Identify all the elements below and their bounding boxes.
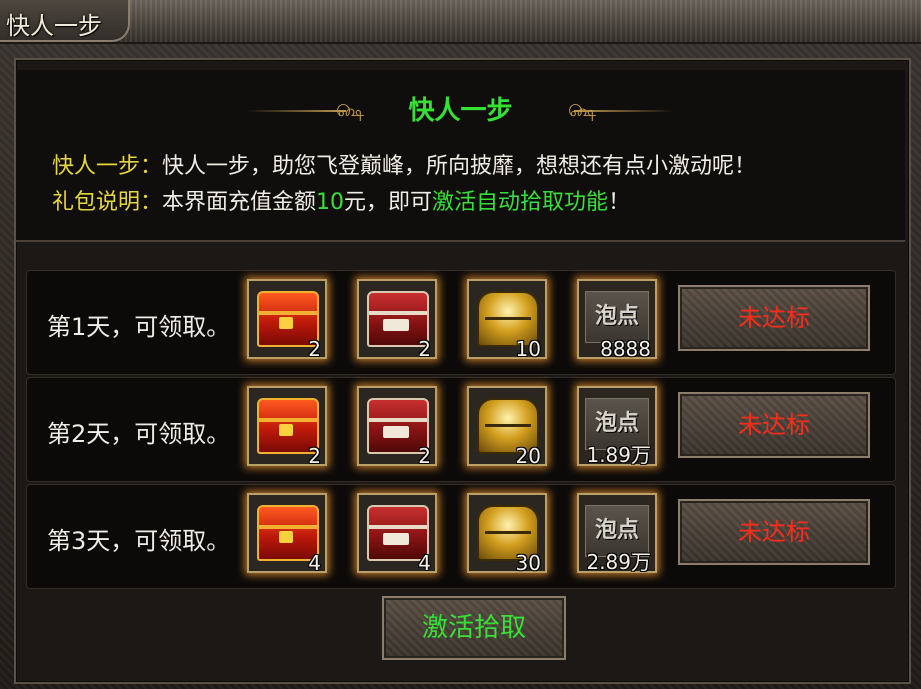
status-button[interactable]: 未达标	[678, 285, 870, 351]
item-count: 4	[418, 551, 431, 575]
reward-slot[interactable]: 2	[357, 279, 437, 361]
recharge-amount: 10	[316, 190, 345, 215]
item-count: 2	[308, 337, 321, 361]
item-count: 20	[515, 444, 541, 468]
day-label: 第1天，可领取。	[47, 313, 231, 341]
reward-row-day2: 第2天，可领取。 2 2 20 泡点 1.89万 未达标	[26, 377, 896, 482]
points-amount: 2.89万	[586, 550, 651, 574]
status-button[interactable]: 未达标	[678, 499, 870, 565]
intro-text: 快人一步，助您飞登巅峰，所向披靡，想想还有点小激动呢！	[162, 154, 757, 179]
section-heading: 快人一步	[408, 96, 513, 126]
reward-slot[interactable]: 2	[247, 279, 327, 361]
reward-slot[interactable]: 2	[357, 386, 437, 468]
reward-slot[interactable]: 4	[247, 493, 327, 575]
reward-row-day1: 第1天，可领取。 2 2 10 泡点 8888 未达标	[26, 270, 896, 375]
intro-label: 快人一步：	[52, 154, 163, 179]
points-slot[interactable]: 泡点 1.89万	[577, 386, 657, 467]
feature-highlight: 激活自动拾取功能	[432, 190, 609, 215]
day-label: 第3天，可领取。	[47, 527, 231, 555]
points-amount: 1.89万	[586, 443, 651, 467]
item-count: 30	[515, 551, 541, 575]
gift-label: 礼包说明：	[52, 190, 163, 215]
item-count: 4	[308, 551, 321, 575]
reward-slot[interactable]: 30	[467, 493, 547, 575]
window-title: 快人一步	[6, 12, 102, 40]
item-count: 10	[515, 337, 541, 361]
gift-text-end: ！	[608, 190, 631, 215]
gift-description-line: 礼包说明：本界面充值金额10元，即可激活自动拾取功能！	[52, 184, 630, 216]
activate-pickup-button[interactable]: 激活拾取	[382, 596, 566, 660]
day-label: 第2天，可领取。	[47, 420, 231, 448]
reward-slot[interactable]: 2	[247, 386, 327, 468]
gift-text-mid: 元，即可	[344, 190, 433, 215]
intro-line: 快人一步：快人一步，助您飞登巅峰，所向披靡，想想还有点小激动呢！	[52, 148, 756, 180]
points-slot[interactable]: 泡点 8888	[577, 279, 657, 361]
reward-row-day3: 第3天，可领取。 4 4 30 泡点 2.89万 未达标	[26, 484, 896, 589]
reward-slot[interactable]: 4	[357, 493, 437, 575]
gift-text-pre: 本界面充值金额	[162, 190, 317, 215]
item-count: 2	[308, 444, 321, 468]
game-window: 快人一步 ௸ ௸ 快人一步 快人一步：快人一步，助您飞登巅峰，所向披靡，想想还有…	[0, 0, 921, 689]
reward-slot[interactable]: 10	[467, 279, 547, 361]
status-button[interactable]: 未达标	[678, 392, 870, 458]
title-bar: 快人一步	[0, 0, 921, 44]
item-count: 2	[418, 444, 431, 468]
item-count: 2	[418, 337, 431, 361]
reward-slot[interactable]: 20	[467, 386, 547, 468]
points-slot[interactable]: 泡点 2.89万	[577, 493, 657, 574]
points-icon: 泡点	[585, 291, 649, 343]
info-section: ௸ ௸ 快人一步 快人一步：快人一步，助您飞登巅峰，所向披靡，想想还有点小激动呢…	[16, 70, 905, 242]
points-amount: 8888	[600, 337, 651, 361]
